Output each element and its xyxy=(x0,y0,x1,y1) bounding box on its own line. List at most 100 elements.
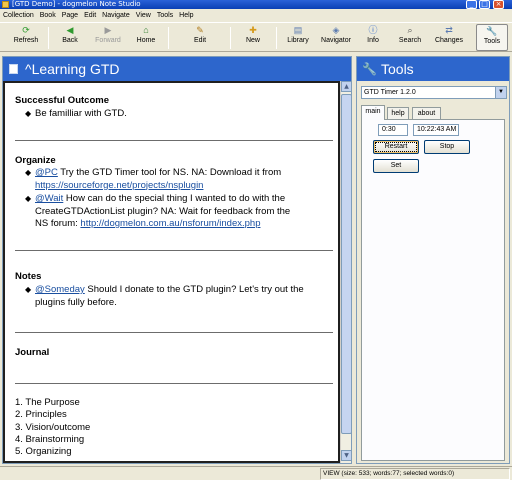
restart-button[interactable]: Restart xyxy=(373,140,419,154)
tab-help[interactable]: help xyxy=(387,107,409,119)
stop-button[interactable]: Stop xyxy=(424,140,470,154)
list-item: ◆ @Someday Should I donate to the GTD pl… xyxy=(25,284,330,309)
page-icon xyxy=(9,64,18,74)
library-icon: ▤ xyxy=(293,25,303,35)
bullet-dot: ◆ xyxy=(25,194,32,203)
scroll-up-icon[interactable]: ▲ xyxy=(341,81,352,92)
edit-label: Edit xyxy=(193,37,207,44)
section-heading: Journal xyxy=(15,347,50,358)
section-divider xyxy=(15,140,333,141)
bullet-text: plugins fully before. xyxy=(35,296,117,308)
title-bar: [GTD Demo] - dogmelon Note Studio _ □ × xyxy=(0,0,512,9)
navigator-button[interactable]: ◈ Navigator xyxy=(316,24,356,51)
menu-collection[interactable]: Collection xyxy=(0,9,37,22)
tab-page-main: 0:30 10:22:43 AM Restart Stop Set xyxy=(361,119,505,461)
tools-button[interactable]: 🔧 Tools xyxy=(476,24,508,51)
tool-select-value: GTD Timer 1.2.0 xyxy=(364,89,416,96)
menu-view[interactable]: View xyxy=(133,9,154,22)
changes-button[interactable]: ⇄ Changes xyxy=(430,24,468,51)
tools-header: 🔧 Tools xyxy=(357,57,509,81)
minimize-button[interactable]: _ xyxy=(466,0,477,9)
status-text: VIEW (size: 533; words:77; selected word… xyxy=(320,468,510,480)
new-page-icon: ✚ xyxy=(249,25,257,35)
tab-main[interactable]: main xyxy=(361,105,385,120)
menu-tools[interactable]: Tools xyxy=(154,9,176,22)
section-divider xyxy=(15,250,333,251)
vertical-scrollbar[interactable]: ▲ ▼ xyxy=(340,81,352,463)
edit-button[interactable]: ✎ Edit xyxy=(182,24,218,51)
new-label: New xyxy=(245,37,260,44)
chevron-down-icon[interactable]: ▼ xyxy=(495,87,506,98)
page-panel: ^Learning GTD Successful Outcome ◆ Be fa… xyxy=(2,56,352,464)
bullet-text: Try the GTD Timer tool for NS. NA: Downl… xyxy=(57,167,282,178)
clock-field[interactable]: 10:22:43 AM xyxy=(413,124,459,136)
changes-label: Changes xyxy=(434,37,464,44)
url-link[interactable]: http://dogmelon.com.au/nsforum/index.php xyxy=(80,218,260,229)
toolbar: ⟳ Refresh ◀ Back ▶ Forward ⌂ Home ✎ Edit… xyxy=(0,22,512,52)
search-icon: ⌕ xyxy=(407,25,413,35)
tab-about[interactable]: about xyxy=(412,107,441,119)
scroll-down-icon[interactable]: ▼ xyxy=(341,450,352,461)
refresh-label: Refresh xyxy=(13,37,39,44)
maximize-button[interactable]: □ xyxy=(479,0,490,9)
back-button[interactable]: ◀ Back xyxy=(54,24,86,51)
toolbar-separator xyxy=(48,27,49,49)
menu-bar: Collection Book Page Edit Navigate View Tools H… xyxy=(0,9,512,22)
menu-page[interactable]: Page xyxy=(59,9,81,22)
back-arrow-icon: ◀ xyxy=(66,25,74,35)
bullet-text: NS forum: xyxy=(35,218,81,229)
new-button[interactable]: ✚ New xyxy=(236,24,270,51)
info-button[interactable]: ⓘ Info xyxy=(360,24,386,51)
set-button[interactable]: Set xyxy=(373,159,419,173)
refresh-icon: ⟳ xyxy=(22,25,30,35)
back-label: Back xyxy=(62,37,78,44)
url-link[interactable]: https://sourceforge.net/projects/nsplugi… xyxy=(35,180,203,191)
page-content[interactable]: Successful Outcome ◆ Be familliar with G… xyxy=(3,81,340,463)
toolbar-separator xyxy=(168,27,169,49)
wrench-icon: 🔧 xyxy=(362,62,377,76)
list-item: 2. Principles xyxy=(15,409,67,421)
tools-panel: 🔧 Tools GTD Timer 1.2.0 ▼ main help abou… xyxy=(356,56,510,464)
list-item: ◆ Be familliar with GTD. xyxy=(25,108,330,121)
info-icon: ⓘ xyxy=(368,25,378,35)
changes-icon: ⇄ xyxy=(445,25,453,35)
navigator-icon: ◈ xyxy=(332,25,340,35)
home-label: Home xyxy=(136,37,156,44)
status-bar: VIEW (size: 533; words:77; selected word… xyxy=(0,466,512,480)
section-divider xyxy=(15,383,333,384)
wrench-icon: 🔧 xyxy=(486,26,498,36)
context-tag-link[interactable]: @Wait xyxy=(35,193,63,204)
library-button[interactable]: ▤ Library xyxy=(282,24,314,51)
search-button[interactable]: ⌕ Search xyxy=(394,24,426,51)
list-item: 4. Brainstorming xyxy=(15,433,85,445)
home-button[interactable]: ⌂ Home xyxy=(130,24,162,51)
menu-edit[interactable]: Edit xyxy=(81,9,99,22)
close-button[interactable]: × xyxy=(493,0,504,9)
bullet-dot: ◆ xyxy=(25,168,32,177)
bullet-dot: ◆ xyxy=(25,109,32,118)
context-tag-link[interactable]: @PC xyxy=(35,167,58,178)
list-item: 1. The Purpose xyxy=(15,397,80,408)
library-label: Library xyxy=(287,37,309,44)
bullet-text: How can do the special thing I wanted to… xyxy=(63,193,286,204)
tool-select[interactable]: GTD Timer 1.2.0 ▼ xyxy=(361,86,507,99)
list-item: 3. Vision/outcome xyxy=(15,421,91,433)
forward-button[interactable]: ▶ Forward xyxy=(90,24,126,51)
bullet-text: Be familliar with GTD. xyxy=(35,108,127,119)
timer-field[interactable]: 0:30 xyxy=(378,124,408,136)
menu-navigate[interactable]: Navigate xyxy=(99,9,133,22)
list-item: ◆ @Wait How can do the special thing I w… xyxy=(25,193,330,231)
refresh-button[interactable]: ⟳ Refresh xyxy=(6,24,46,51)
page-title: ^Learning GTD xyxy=(25,61,120,77)
numbered-list: 1. The Purpose 2. Principles 3. Vision/o… xyxy=(15,397,90,458)
tools-label: Tools xyxy=(483,38,501,45)
menu-book[interactable]: Book xyxy=(37,9,59,22)
search-label: Search xyxy=(398,37,422,44)
scroll-thumb[interactable] xyxy=(341,94,352,434)
section-heading: Organize xyxy=(15,155,56,166)
window-title: [GTD Demo] - dogmelon Note Studio xyxy=(12,0,141,8)
info-label: Info xyxy=(367,37,379,44)
context-tag-link[interactable]: @Someday xyxy=(35,284,85,295)
list-item: 5. Organizing xyxy=(15,446,72,458)
menu-help[interactable]: Help xyxy=(176,9,196,22)
